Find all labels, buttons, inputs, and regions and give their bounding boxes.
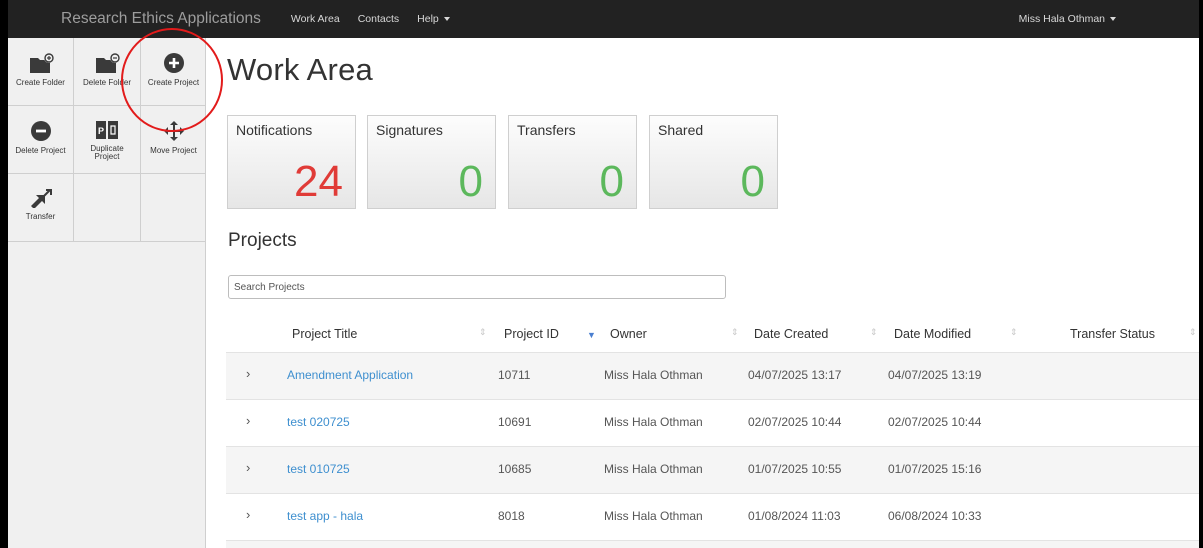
- transfer-icon: [30, 189, 52, 208]
- date-modified: 01/07/2025 15:16: [888, 462, 982, 476]
- create-folder-label: Create Folder: [16, 78, 65, 87]
- table-row[interactable]: › test app - hala 8018 Miss Hala Othman …: [226, 493, 1203, 540]
- date-modified: 06/08/2024 10:33: [888, 509, 982, 523]
- project-owner: Miss Hala Othman: [604, 415, 703, 429]
- brand-title[interactable]: Research Ethics Applications: [61, 10, 261, 28]
- table-row[interactable]: › test 020725 10691 Miss Hala Othman 02/…: [226, 399, 1203, 446]
- page-title: Work Area: [227, 52, 373, 87]
- project-owner: Miss Hala Othman: [604, 462, 703, 476]
- project-id: 10691: [498, 415, 532, 429]
- tile-count: 0: [599, 157, 624, 206]
- user-name: Miss Hala Othman: [1018, 13, 1105, 25]
- project-id: 10685: [498, 462, 532, 476]
- folder-plus-icon: [29, 53, 54, 73]
- sort-icon[interactable]: ⇕: [1010, 327, 1018, 338]
- column-header-date-created[interactable]: Date Created: [754, 327, 828, 341]
- duplicate-icon: P: [96, 121, 118, 139]
- column-header-transfer-status[interactable]: Transfer Status: [1070, 327, 1155, 341]
- tile-label: Shared: [658, 122, 704, 138]
- folder-minus-icon: [96, 53, 120, 73]
- toolbar-empty-cell: [74, 174, 141, 242]
- transfers-tile[interactable]: Transfers 0: [508, 115, 637, 209]
- tile-count: 0: [740, 157, 765, 206]
- duplicate-project-label: Duplicate Project: [90, 144, 124, 161]
- chevron-right-icon[interactable]: ›: [246, 507, 250, 522]
- tile-label: Notifications: [236, 122, 313, 138]
- transfer-button[interactable]: Transfer: [8, 174, 74, 242]
- delete-project-label: Delete Project: [15, 146, 66, 155]
- date-modified: 04/07/2025 13:19: [888, 368, 982, 382]
- caret-down-icon: [443, 17, 450, 22]
- move-project-label: Move Project: [150, 146, 197, 155]
- nav-help-menu[interactable]: Help: [417, 13, 450, 25]
- delete-project-button[interactable]: Delete Project: [8, 106, 74, 174]
- column-header-project-id[interactable]: Project ID: [504, 327, 559, 341]
- project-title-link[interactable]: test 020725: [287, 415, 350, 429]
- tile-label: Signatures: [376, 122, 443, 138]
- svg-text:P: P: [98, 126, 104, 136]
- transfer-label: Transfer: [25, 212, 56, 221]
- date-created: 04/07/2025 13:17: [748, 368, 842, 382]
- date-modified: 02/07/2025 10:44: [888, 415, 982, 429]
- caret-down-icon: [1110, 17, 1116, 21]
- table-row[interactable]: › Amendment Application 10711 Miss Hala …: [226, 352, 1203, 399]
- table-row: [226, 540, 1203, 548]
- project-owner: Miss Hala Othman: [604, 368, 703, 382]
- create-folder-button[interactable]: Create Folder: [8, 38, 74, 106]
- search-projects-input[interactable]: [228, 275, 726, 299]
- projects-heading: Projects: [228, 230, 297, 251]
- project-title-link[interactable]: Amendment Application: [287, 368, 413, 382]
- table-row[interactable]: › test 010725 10685 Miss Hala Othman 01/…: [226, 446, 1203, 493]
- chevron-right-icon[interactable]: ›: [246, 460, 250, 475]
- project-title-link[interactable]: test 010725: [287, 462, 350, 476]
- project-id: 10711: [498, 368, 531, 382]
- toolbar-empty-cell: [141, 174, 206, 242]
- project-id: 8018: [498, 509, 525, 523]
- duplicate-project-button[interactable]: P Duplicate Project: [74, 106, 141, 174]
- chevron-right-icon[interactable]: ›: [246, 413, 250, 428]
- main-content: Work Area Notifications 24 Signatures 0 …: [206, 38, 1203, 548]
- sort-icon[interactable]: ⇕: [870, 327, 878, 338]
- sort-icon[interactable]: ⇕: [1189, 327, 1197, 338]
- date-created: 01/07/2025 10:55: [748, 462, 842, 476]
- nav-contacts[interactable]: Contacts: [358, 13, 399, 25]
- date-created: 02/07/2025 10:44: [748, 415, 842, 429]
- sort-icon[interactable]: ⇕: [731, 327, 739, 338]
- project-title-link[interactable]: test app - hala: [287, 509, 363, 523]
- column-header-project-title[interactable]: Project Title: [292, 327, 357, 341]
- column-header-date-modified[interactable]: Date Modified: [894, 327, 971, 341]
- date-created: 01/08/2024 11:03: [748, 509, 841, 523]
- column-header-owner[interactable]: Owner: [610, 327, 647, 341]
- notifications-tile[interactable]: Notifications 24: [227, 115, 356, 209]
- user-menu[interactable]: Miss Hala Othman: [1019, 0, 1116, 38]
- chevron-right-icon[interactable]: ›: [246, 366, 250, 381]
- tile-count: 24: [294, 157, 343, 206]
- minus-circle-icon: [30, 121, 51, 141]
- project-owner: Miss Hala Othman: [604, 509, 703, 523]
- sort-desc-icon[interactable]: ▼: [587, 330, 596, 340]
- annotation-circle: [121, 28, 223, 132]
- signatures-tile[interactable]: Signatures 0: [367, 115, 496, 209]
- nav-work-area[interactable]: Work Area: [291, 13, 340, 25]
- shared-tile[interactable]: Shared 0: [649, 115, 778, 209]
- nav-help-label: Help: [417, 13, 439, 25]
- tile-count: 0: [458, 157, 483, 206]
- sort-icon[interactable]: ⇕: [479, 327, 487, 338]
- tile-label: Transfers: [517, 122, 576, 138]
